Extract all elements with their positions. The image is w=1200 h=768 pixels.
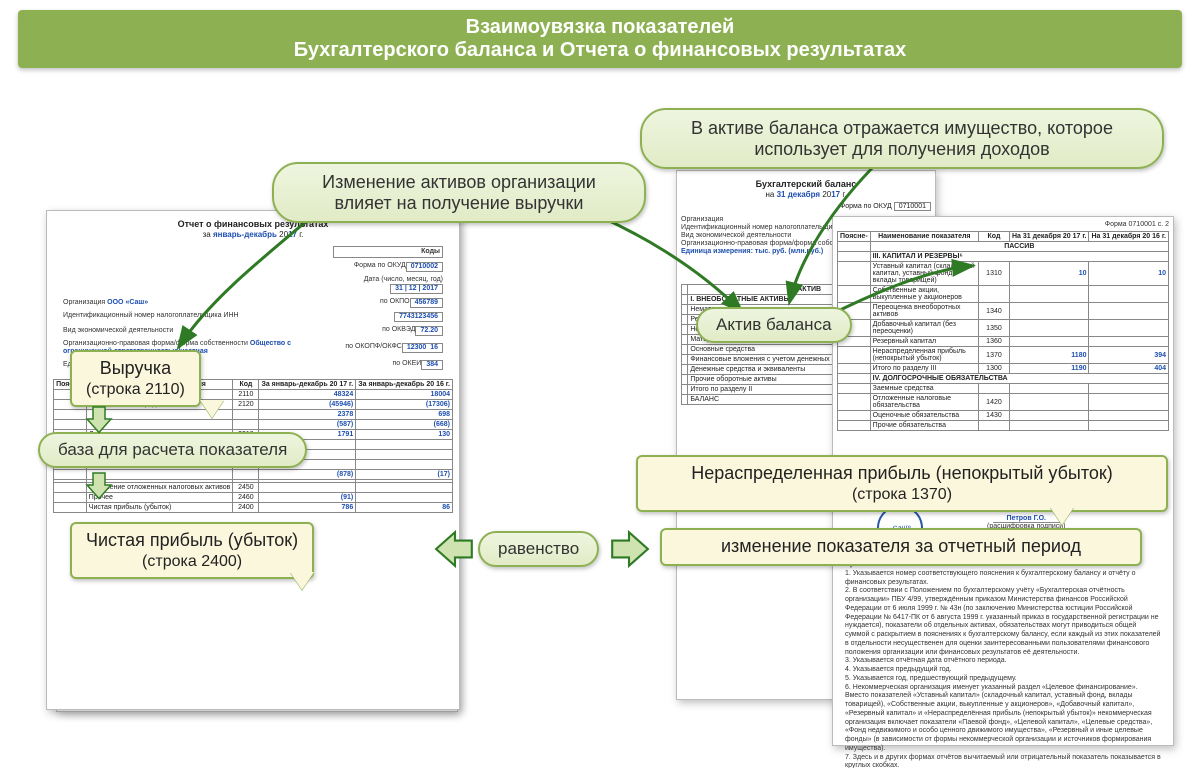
callout-assets-income: В активе баланса отражается имущество, к… bbox=[640, 108, 1164, 169]
callout-base: база для расчета показателя bbox=[38, 432, 307, 468]
arrow-down-icon bbox=[84, 470, 114, 505]
tag-revenue: Выручка(строка 2110) bbox=[70, 350, 201, 407]
arrow-left-icon bbox=[434, 528, 476, 575]
callout-assets-change: Изменение активов организации влияет на … bbox=[272, 162, 646, 223]
tag-retained: Нераспределенная прибыль (непокрытый убы… bbox=[636, 455, 1168, 512]
arrow-right-icon bbox=[608, 528, 650, 575]
tag-net-profit: Чистая прибыль (убыток)(строка 2400) bbox=[70, 522, 314, 579]
tag-change: изменение показателя за отчетный период bbox=[660, 528, 1142, 566]
callout-equality: равенство bbox=[478, 531, 599, 567]
arrow-down-icon bbox=[84, 404, 114, 439]
callout-aktiv: Актив баланса bbox=[696, 307, 852, 343]
